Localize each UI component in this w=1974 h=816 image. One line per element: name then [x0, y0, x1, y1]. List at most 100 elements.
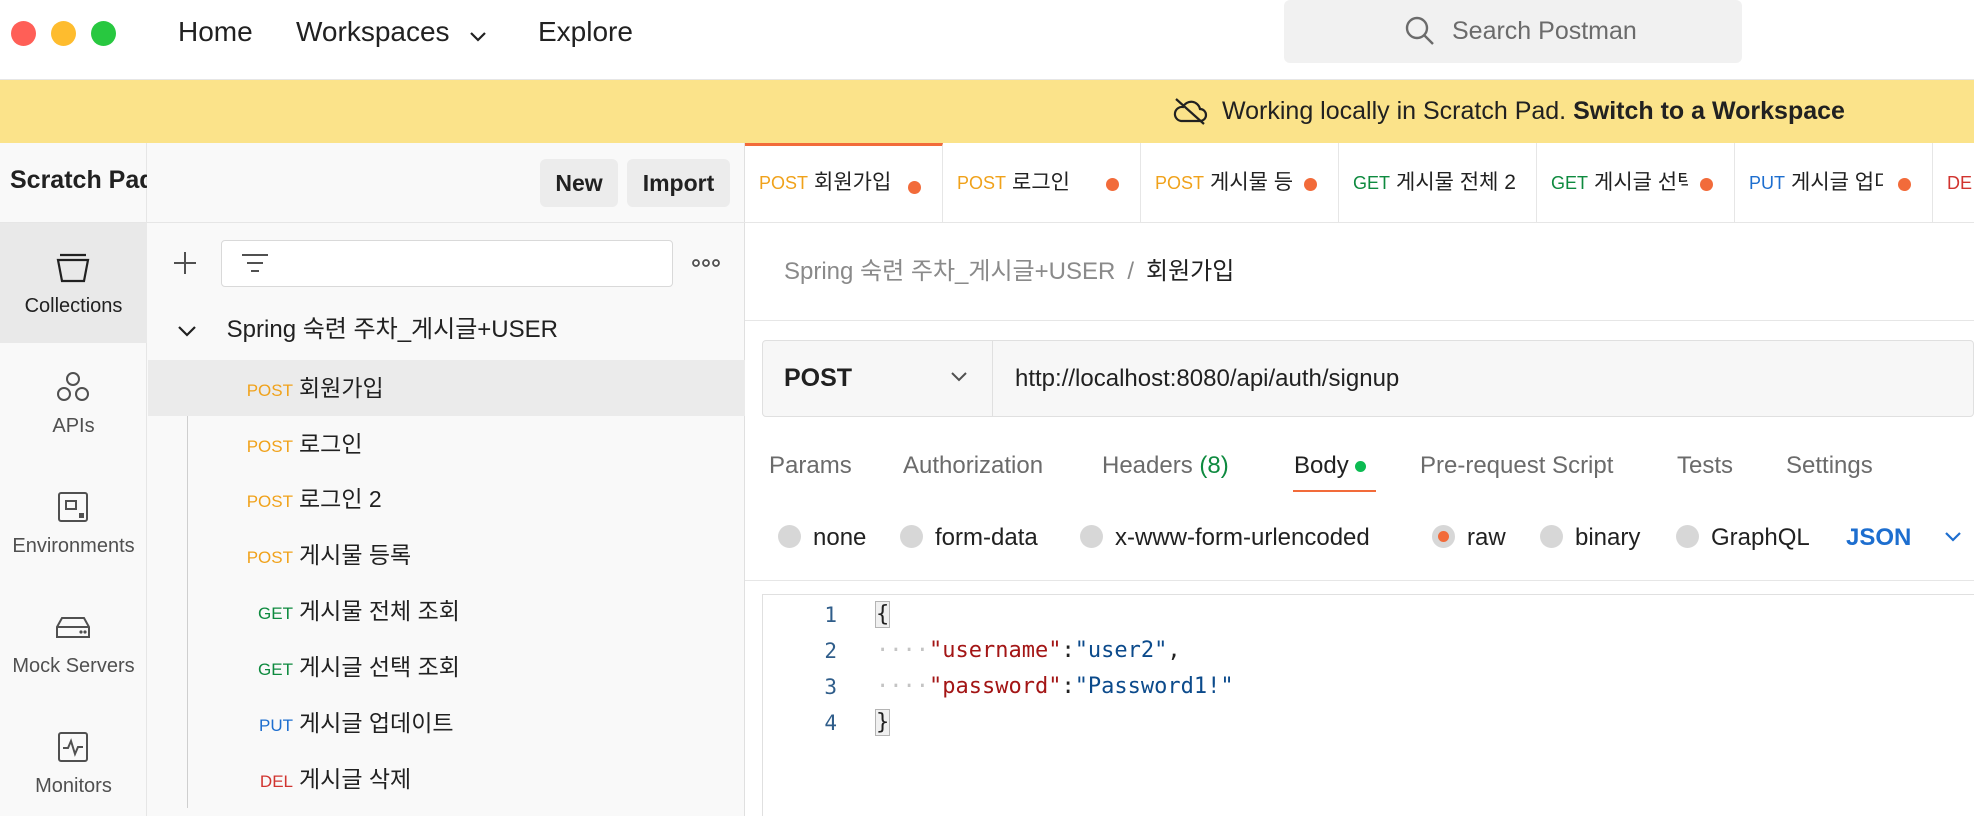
nav-explore[interactable]: Explore [538, 14, 633, 50]
method-select[interactable]: POST [763, 341, 993, 416]
tab-request[interactable]: POST 게시물 등 [1141, 143, 1339, 223]
url-bar: POST [762, 340, 1974, 417]
tab-name: 회원가입 [814, 171, 892, 194]
tab-request[interactable]: POST 로그인 [943, 143, 1141, 223]
new-button[interactable]: New [540, 159, 618, 207]
rail-label-environments: Environments [12, 535, 135, 557]
rail-label-mock-servers: Mock Servers [12, 655, 135, 677]
tab-request[interactable]: GET 게시물 전체 2 [1339, 143, 1537, 223]
search-bar[interactable] [1284, 0, 1742, 63]
code-line: ····"username":"user2", [876, 638, 1181, 663]
tab-authorization[interactable]: Authorization [903, 450, 1043, 482]
body-editor[interactable] [762, 594, 1974, 816]
radio-circle [778, 525, 801, 549]
search-icon [1405, 16, 1434, 45]
body-type-raw[interactable]: raw [1432, 522, 1506, 554]
tab-params[interactable]: Params [769, 450, 852, 482]
rail-label-monitors: Monitors [35, 775, 112, 797]
tab-method: POST [1155, 173, 1205, 193]
filter-input[interactable] [221, 240, 673, 287]
tab-body[interactable]: Body [1294, 450, 1366, 482]
radio-circle [1540, 525, 1563, 549]
tab-headers[interactable]: Headers (8) [1102, 450, 1229, 482]
rail-item-collections[interactable]: Collections [0, 223, 147, 343]
breadcrumb-current[interactable]: 회원가입 [1146, 258, 1234, 285]
chevron-down-icon [1945, 532, 1961, 542]
rail-item-apis[interactable]: APIs [0, 343, 147, 463]
tab-request[interactable]: GET 게시글 선택 [1537, 143, 1735, 223]
json-value: "user2" [1074, 638, 1168, 663]
collections-icon [56, 253, 90, 283]
body-type-binary[interactable]: binary [1540, 522, 1640, 554]
tab-pre-request-script[interactable]: Pre-request Script [1420, 450, 1613, 482]
request-method: GET [258, 660, 293, 679]
search-input[interactable] [1452, 12, 1722, 50]
tab-body-label: Body [1294, 452, 1349, 479]
rail-item-mock-servers[interactable]: Mock Servers [0, 583, 147, 703]
url-input[interactable] [1015, 359, 1955, 399]
tab-settings[interactable]: Settings [1786, 450, 1873, 482]
unsaved-dot [1700, 178, 1713, 191]
close-window-button[interactable] [11, 21, 36, 46]
body-type-urlencoded[interactable]: x-www-form-urlencoded [1080, 522, 1370, 554]
tab-name: 로그인 [1012, 171, 1070, 194]
body-format-select[interactable]: JSON [1846, 522, 1961, 554]
request-item[interactable]: GET 게시물 전체 조회 [148, 583, 745, 639]
maximize-window-button[interactable] [91, 21, 116, 46]
close-brace: } [874, 709, 891, 736]
unsaved-dot [908, 181, 921, 194]
method-value: POST [784, 364, 853, 392]
title-bar: Home Workspaces Explore [0, 0, 1974, 80]
request-method: PUT [259, 716, 293, 735]
scratch-pad-banner: Working locally in Scratch Pad. Switch t… [0, 80, 1974, 143]
switch-workspace-link[interactable]: Switch to a Workspace [1573, 97, 1845, 125]
json-colon: : [1061, 638, 1075, 663]
breadcrumb-separator: / [1127, 258, 1134, 285]
more-options-icon[interactable] [691, 250, 721, 276]
code-line: } [874, 709, 891, 736]
body-type-graphql[interactable]: GraphQL [1676, 522, 1810, 554]
body-type-form-data[interactable]: form-data [900, 522, 1038, 554]
mock-servers-icon [56, 617, 90, 638]
request-item[interactable]: DEL 게시글 삭제 [148, 751, 745, 807]
sidebar-title: Scratch Pad [10, 166, 155, 194]
radio-label: raw [1467, 524, 1506, 551]
request-method: POST [246, 492, 293, 511]
main-divider [745, 320, 1974, 321]
collection-item[interactable]: Spring 숙련 주차_게시글+USER [176, 312, 558, 349]
request-item[interactable]: POST 게시물 등록 [148, 527, 745, 583]
request-name: 로그인 [299, 431, 363, 457]
unsaved-dot [1898, 178, 1911, 191]
cloud-off-icon [1173, 98, 1208, 125]
request-method: GET [258, 604, 293, 623]
rail-item-environments[interactable]: Environments [0, 463, 147, 583]
request-item[interactable]: POST 로그인 [148, 416, 745, 472]
line-number: 1 [824, 603, 837, 627]
rail-item-monitors[interactable]: Monitors [0, 703, 147, 816]
tab-name: 게시글 선택 [1594, 171, 1689, 194]
request-name: 게시글 삭제 [299, 766, 412, 792]
tab-tests[interactable]: Tests [1677, 450, 1733, 482]
chevron-down-icon [176, 313, 206, 349]
tab-request[interactable]: PUT 게시글 업다 [1735, 143, 1933, 223]
radio-label: x-www-form-urlencoded [1115, 524, 1370, 551]
tab-request[interactable]: DE [1933, 143, 1974, 223]
request-method: POST [246, 381, 293, 400]
tab-method: PUT [1749, 173, 1785, 193]
apis-icon [57, 372, 89, 401]
body-type-none[interactable]: none [778, 522, 866, 554]
request-item[interactable]: POST 로그인 2 [148, 471, 745, 527]
tab-request[interactable]: POST 회원가입 [745, 143, 943, 223]
active-tab-underline [1293, 490, 1376, 492]
add-collection-icon[interactable] [172, 250, 198, 276]
breadcrumb-collection[interactable]: Spring 숙련 주차_게시글+USER [784, 258, 1115, 285]
monitors-icon [58, 732, 88, 762]
nav-workspaces[interactable]: Workspaces [296, 14, 487, 52]
request-name: 게시물 등록 [299, 542, 412, 568]
minimize-window-button[interactable] [51, 21, 76, 46]
request-item[interactable]: GET 게시글 선택 조회 [148, 639, 745, 695]
request-item[interactable]: PUT 게시글 업데이트 [148, 695, 745, 751]
import-button[interactable]: Import [627, 159, 730, 207]
request-item[interactable]: POST 회원가입 [148, 360, 745, 416]
nav-home[interactable]: Home [178, 14, 253, 50]
